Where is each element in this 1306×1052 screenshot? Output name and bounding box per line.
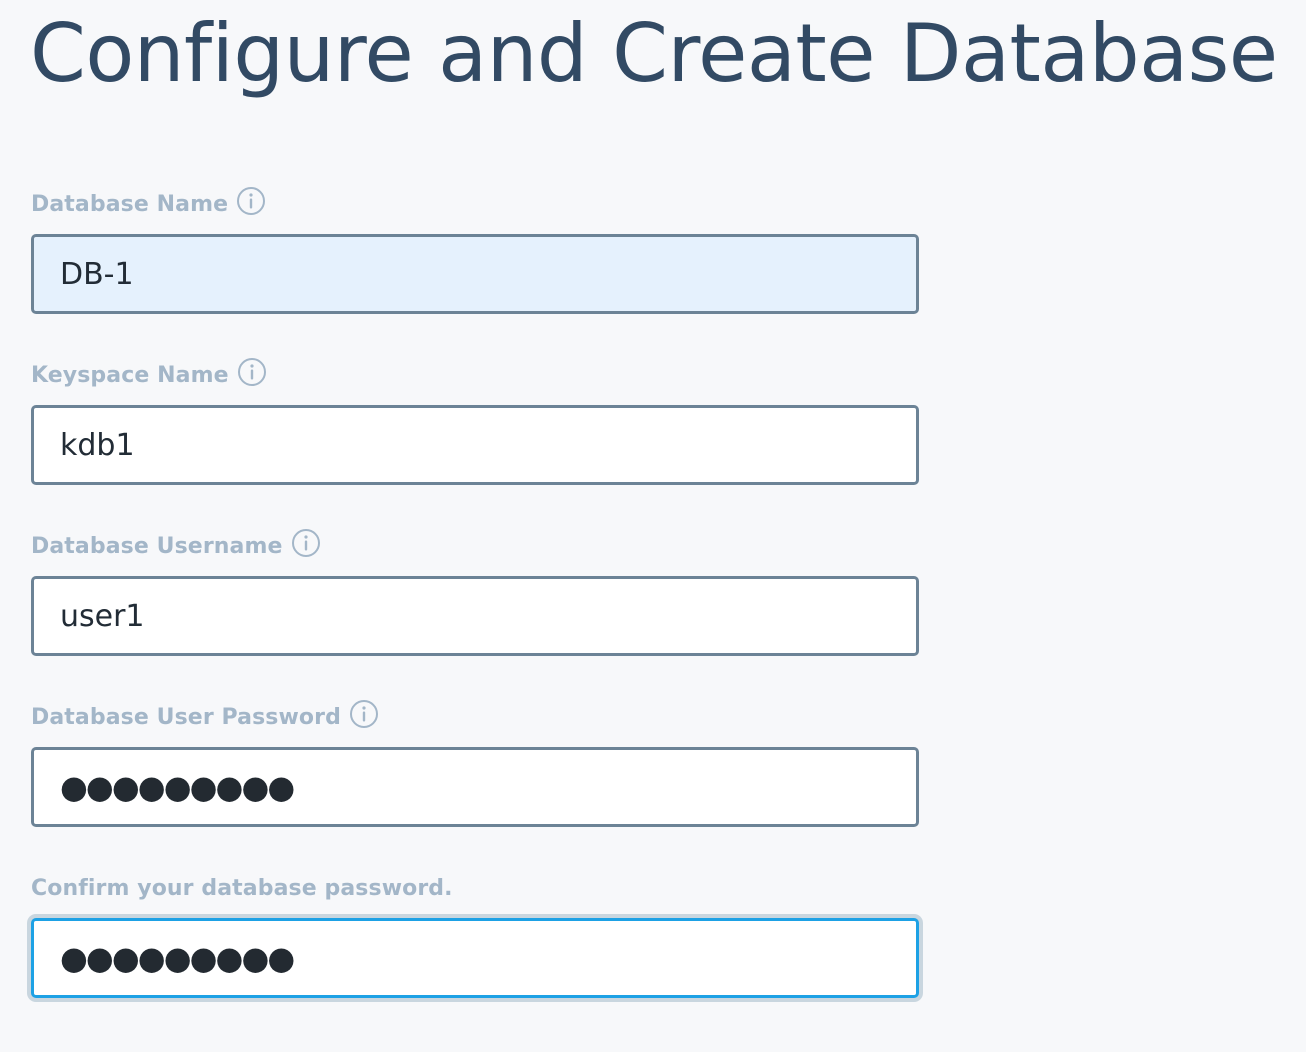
- database-name-label-row: Database Name: [31, 186, 919, 220]
- info-circle-icon[interactable]: [291, 528, 321, 558]
- database-username-input[interactable]: user1: [31, 576, 919, 656]
- database-name-label: Database Name: [31, 191, 229, 217]
- confirm-password-label-row: Confirm your database password.: [31, 872, 919, 904]
- confirm-password-field: Confirm your database password. ●●●●●●●●…: [31, 872, 919, 998]
- keyspace-name-input[interactable]: kdb1: [31, 405, 919, 485]
- database-name-input[interactable]: DB-1: [31, 234, 919, 314]
- database-name-field: Database Name DB-1: [31, 186, 919, 314]
- info-circle-icon[interactable]: [349, 699, 379, 729]
- info-circle-icon[interactable]: [237, 357, 267, 387]
- keyspace-name-label: Keyspace Name: [31, 362, 229, 388]
- info-circle-icon[interactable]: [236, 186, 266, 216]
- database-username-label-row: Database Username: [31, 528, 919, 562]
- keyspace-name-label-row: Keyspace Name: [31, 357, 919, 391]
- confirm-password-input[interactable]: ●●●●●●●●●: [31, 918, 919, 998]
- database-password-field: Database User Password ●●●●●●●●●: [31, 699, 919, 827]
- database-password-label: Database User Password: [31, 704, 341, 730]
- database-username-label: Database Username: [31, 533, 283, 559]
- keyspace-name-field: Keyspace Name kdb1: [31, 357, 919, 485]
- database-password-label-row: Database User Password: [31, 699, 919, 733]
- confirm-password-label: Confirm your database password.: [31, 875, 453, 901]
- page-title: Configure and Create Database: [30, 7, 1278, 100]
- database-username-field: Database Username user1: [31, 528, 919, 656]
- database-password-input[interactable]: ●●●●●●●●●: [31, 747, 919, 827]
